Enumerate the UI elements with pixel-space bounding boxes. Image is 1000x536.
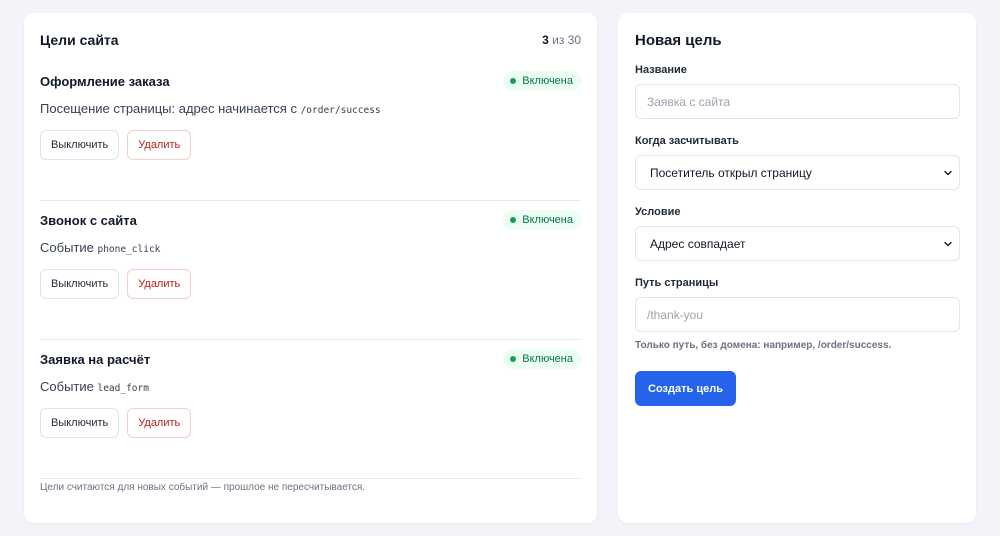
goal-description-text: Посещение страницы: адрес начинается с xyxy=(40,101,297,116)
when-field-group: Когда засчитывать Посетитель открыл стра… xyxy=(635,135,960,190)
when-select-value: Посетитель открыл страницу xyxy=(635,155,960,190)
goal-description: Посещение страницы: адрес начинается с /… xyxy=(40,101,381,116)
goal-name-input[interactable] xyxy=(635,84,960,119)
new-goal-title: Новая цель xyxy=(635,32,722,49)
goal-description-text: Событие xyxy=(40,240,94,255)
chevron-down-icon xyxy=(944,170,952,176)
goal-item: Оформление заказа Включена Посещение стр… xyxy=(40,62,581,201)
page-path-input[interactable] xyxy=(635,297,960,332)
goals-panel-title: Цели сайта xyxy=(40,32,119,48)
goal-list: Оформление заказа Включена Посещение стр… xyxy=(40,62,581,479)
delete-goal-button[interactable]: Удалить xyxy=(127,130,192,160)
condition-select-value: Адрес совпадает xyxy=(635,226,960,261)
goals-count-current: 3 xyxy=(542,33,549,47)
goal-actions: Выключить Удалить xyxy=(40,408,192,438)
goal-actions: Выключить Удалить xyxy=(40,130,192,160)
status-label: Включена xyxy=(522,353,573,365)
goal-description-text: Событие xyxy=(40,379,94,394)
condition-label: Условие xyxy=(635,206,681,218)
status-badge: Включена xyxy=(503,210,581,230)
delete-goal-button[interactable]: Удалить xyxy=(127,408,192,438)
goal-description: Событие lead_form xyxy=(40,379,149,394)
goal-name: Заявка на расчёт xyxy=(40,352,151,367)
status-label: Включена xyxy=(522,214,573,226)
chevron-down-icon xyxy=(944,241,952,247)
path-hint: Только путь, без домена: например, /orde… xyxy=(635,340,892,351)
condition-select[interactable]: Адрес совпадает xyxy=(635,226,960,261)
status-dot-icon xyxy=(510,356,517,362)
disable-goal-button[interactable]: Выключить xyxy=(40,130,120,160)
status-dot-icon xyxy=(510,217,517,223)
disable-goal-button[interactable]: Выключить xyxy=(40,408,120,438)
goal-actions: Выключить Удалить xyxy=(40,269,192,299)
disable-goal-button[interactable]: Выключить xyxy=(40,269,120,299)
goal-name: Звонок с сайта xyxy=(40,213,137,228)
when-select[interactable]: Посетитель открыл страницу xyxy=(635,155,960,190)
goal-description-code: /order/success xyxy=(300,105,381,116)
status-label: Включена xyxy=(522,75,573,87)
status-dot-icon xyxy=(510,78,517,84)
goals-panel-header: Цели сайта 3 из 30 xyxy=(40,31,581,49)
goal-description-code: lead_form xyxy=(97,383,149,394)
goal-item: Звонок с сайта Включена Событие phone_cl… xyxy=(40,201,581,340)
condition-field-group: Условие Адрес совпадает xyxy=(635,206,960,261)
goal-name: Оформление заказа xyxy=(40,74,170,89)
create-goal-button[interactable]: Создать цель xyxy=(635,371,736,406)
name-field-group: Название xyxy=(635,64,960,119)
goals-panel: Цели сайта 3 из 30 Оформление заказа Вкл… xyxy=(24,13,597,523)
path-field-group: Путь страницы Только путь, без домена: н… xyxy=(635,277,960,351)
when-label: Когда засчитывать xyxy=(635,135,739,147)
new-goal-panel: Новая цель Название Когда засчитывать По… xyxy=(618,13,976,523)
goals-count-limit: из 30 xyxy=(552,33,581,47)
name-label: Название xyxy=(635,64,687,76)
status-badge: Включена xyxy=(503,349,581,369)
goals-counter: 3 из 30 xyxy=(542,33,581,47)
delete-goal-button[interactable]: Удалить xyxy=(127,269,192,299)
goal-item: Заявка на расчёт Включена Событие lead_f… xyxy=(40,340,581,479)
path-label: Путь страницы xyxy=(635,277,719,289)
goal-description-code: phone_click xyxy=(97,244,161,255)
goals-footnote: Цели считаются для новых событий — прошл… xyxy=(40,482,366,493)
status-badge: Включена xyxy=(503,71,581,91)
goal-description: Событие phone_click xyxy=(40,240,160,255)
